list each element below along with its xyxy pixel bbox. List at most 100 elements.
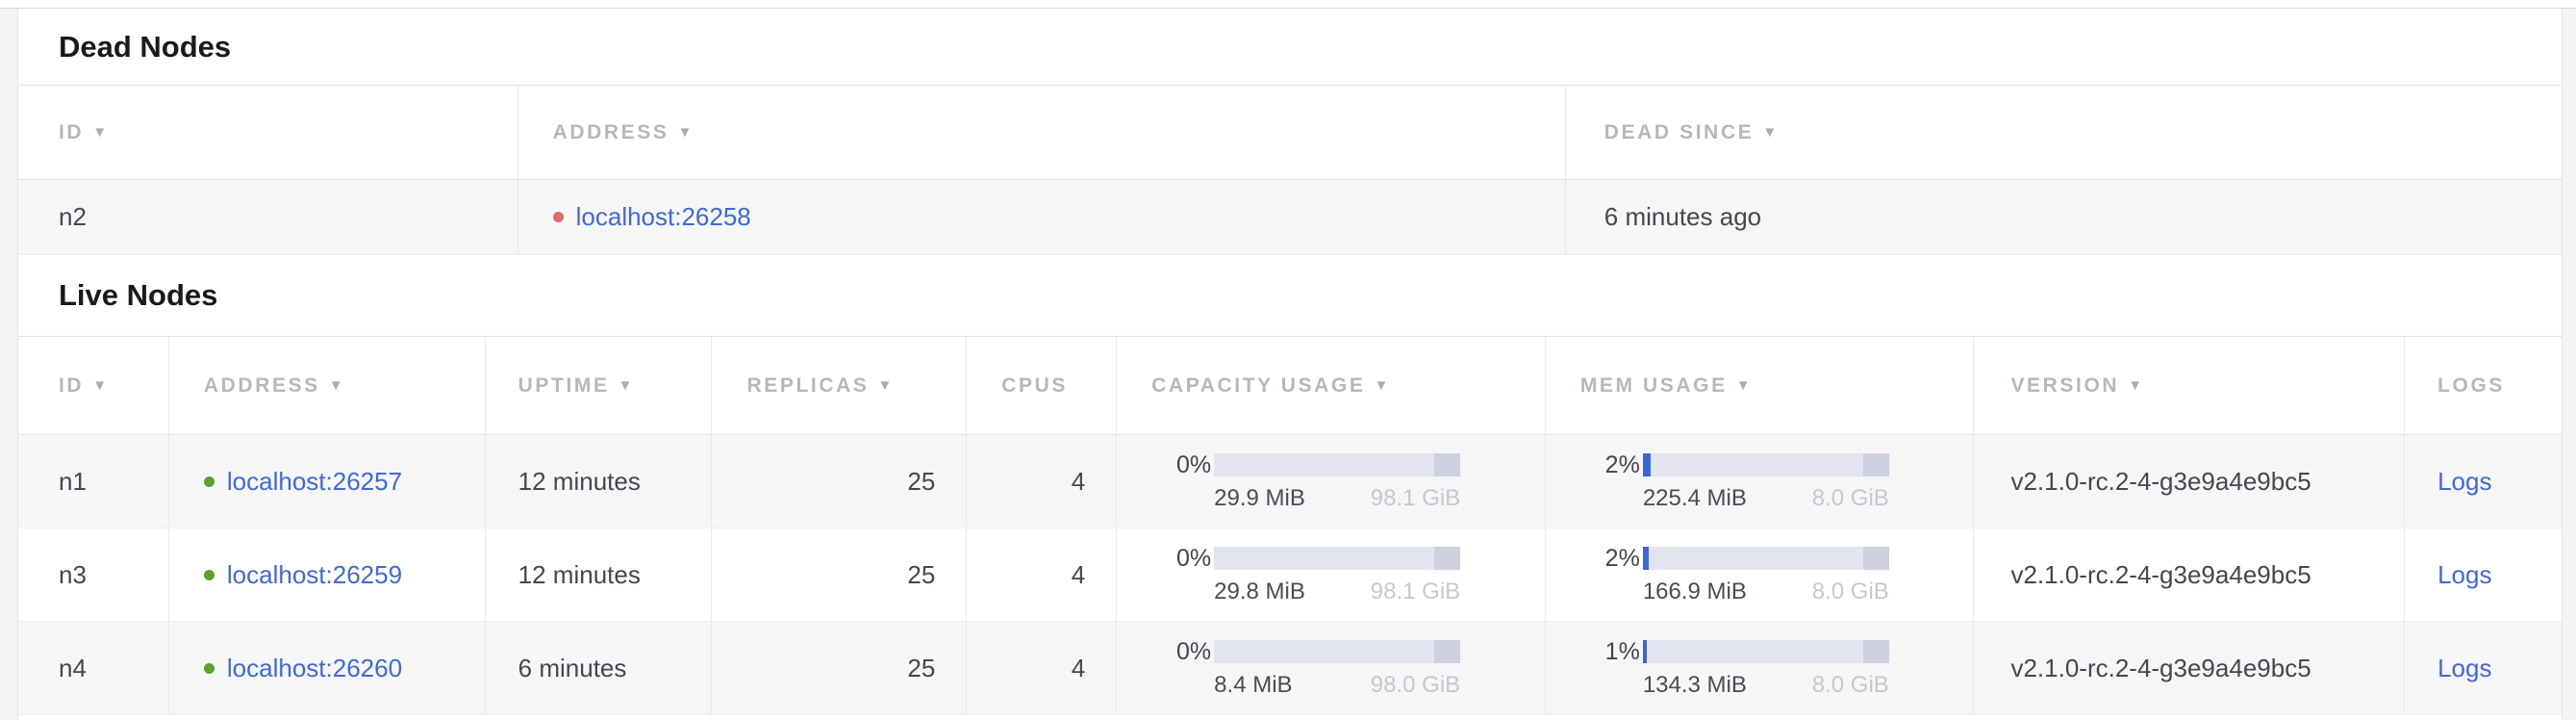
column-header-cpus: CPUS — [966, 337, 1116, 434]
address-cell: localhost:26260 — [168, 622, 485, 714]
replicas-cell: 25 — [711, 528, 966, 621]
column-header-id[interactable]: ID ▼ — [18, 86, 518, 179]
sort-arrow-icon: ▼ — [1736, 377, 1751, 394]
capacity-total-value: 98.1 GiB — [1371, 485, 1460, 512]
mem-used-value: 134.3 MiB — [1643, 672, 1747, 699]
capacity-used-value: 29.8 MiB — [1214, 579, 1305, 605]
address-cell: localhost:26259 — [168, 528, 485, 621]
column-header-label: CPUS — [1001, 374, 1068, 398]
column-header-label: ID — [59, 374, 84, 398]
mem-total-value: 8.0 GiB — [1812, 485, 1889, 512]
column-header-label: DEAD SINCE — [1604, 121, 1755, 144]
column-header-label: MEM USAGE — [1580, 374, 1728, 398]
mem-used-value: 225.4 MiB — [1643, 485, 1747, 512]
column-header-uptime[interactable]: UPTIME ▼ — [485, 337, 712, 434]
mem-percent: 2% — [1580, 545, 1640, 573]
capacity-percent: 0% — [1151, 545, 1211, 573]
sort-arrow-icon: ▼ — [877, 377, 892, 394]
sort-arrow-icon: ▼ — [92, 377, 107, 394]
mem-usage-cell: 2% 166.9 MiB 8.0 GiB — [1545, 528, 1974, 621]
mem-bar-chart: 1% 134.3 MiB 8.0 GiB — [1580, 638, 1889, 699]
capacity-bar-chart: 0% 29.8 MiB 98.1 GiB — [1151, 545, 1460, 605]
column-header-label: ADDRESS — [553, 121, 669, 144]
address-link[interactable]: localhost:26257 — [227, 467, 402, 497]
address-cell: localhost:26257 — [168, 435, 485, 527]
mem-usage-cell: 1% 134.3 MiB 8.0 GiB — [1545, 622, 1974, 714]
node-id-cell: n2 — [18, 180, 518, 254]
cpus-cell: 4 — [966, 435, 1116, 527]
address-link[interactable]: localhost:26259 — [227, 560, 402, 590]
column-header-dead-since[interactable]: DEAD SINCE ▼ — [1565, 86, 2562, 179]
mem-bar-end-segment — [1863, 453, 1889, 476]
capacity-percent: 0% — [1151, 638, 1211, 666]
cpus-cell: 4 — [966, 622, 1116, 714]
column-header-replicas[interactable]: REPLICAS ▼ — [711, 337, 966, 434]
capacity-bar — [1214, 453, 1460, 476]
dead-nodes-section: Dead Nodes ID ▼ ADDRESS ▼ DEAD SINCE ▼ n… — [18, 9, 2562, 255]
uptime-cell: 6 minutes — [485, 622, 712, 714]
cpus-cell: 4 — [966, 528, 1116, 621]
replicas-cell: 25 — [711, 622, 966, 714]
column-header-capacity-usage[interactable]: CAPACITY USAGE ▼ — [1116, 337, 1545, 434]
capacity-bar — [1214, 547, 1460, 570]
mem-bar-fill — [1643, 547, 1649, 570]
address-link[interactable]: localhost:26260 — [227, 654, 402, 683]
column-header-label: VERSION — [2010, 374, 2119, 398]
sort-arrow-icon: ▼ — [92, 124, 107, 141]
column-header-label: ADDRESS — [204, 374, 320, 398]
mem-usage-cell: 2% 225.4 MiB 8.0 GiB — [1545, 435, 1974, 527]
column-header-label: UPTIME — [518, 374, 610, 398]
dead-nodes-header-row: ID ▼ ADDRESS ▼ DEAD SINCE ▼ — [18, 86, 2562, 180]
mem-bar — [1643, 547, 1889, 570]
version-cell: v2.1.0-rc.2-4-g3e9a4e9bc5 — [1973, 528, 2404, 621]
column-header-version[interactable]: VERSION ▼ — [1973, 337, 2404, 434]
live-status-icon — [204, 476, 215, 487]
column-header-address[interactable]: ADDRESS ▼ — [518, 86, 1565, 179]
logs-cell: Logs — [2404, 622, 2562, 714]
column-header-logs: LOGS — [2404, 337, 2562, 434]
live-status-icon — [204, 663, 215, 674]
mem-bar-chart: 2% 166.9 MiB 8.0 GiB — [1580, 545, 1889, 605]
sort-arrow-icon: ▼ — [1762, 124, 1777, 141]
logs-cell: Logs — [2404, 435, 2562, 527]
capacity-usage-cell: 0% 29.9 MiB 98.1 GiB — [1116, 435, 1545, 527]
live-nodes-title: Live Nodes — [18, 255, 2562, 337]
capacity-bar-end-segment — [1434, 453, 1460, 476]
mem-bar-fill — [1643, 640, 1648, 663]
capacity-total-value: 98.0 GiB — [1371, 672, 1460, 699]
column-header-label: REPLICAS — [746, 374, 869, 398]
capacity-bar-end-segment — [1434, 547, 1460, 570]
top-divider — [0, 0, 2576, 9]
uptime-cell: 12 minutes — [485, 528, 712, 621]
mem-percent: 1% — [1580, 638, 1640, 666]
capacity-used-value: 29.9 MiB — [1214, 485, 1305, 512]
mem-bar-end-segment — [1863, 640, 1889, 663]
live-status-icon — [204, 570, 215, 580]
column-header-label: LOGS — [2437, 374, 2505, 398]
version-cell: v2.1.0-rc.2-4-g3e9a4e9bc5 — [1973, 622, 2404, 714]
column-header-address[interactable]: ADDRESS ▼ — [168, 337, 485, 434]
capacity-bar-chart: 0% 29.9 MiB 98.1 GiB — [1151, 451, 1460, 512]
mem-bar-chart: 2% 225.4 MiB 8.0 GiB — [1580, 451, 1889, 512]
column-header-mem-usage[interactable]: MEM USAGE ▼ — [1545, 337, 1974, 434]
logs-link[interactable]: Logs — [2437, 654, 2491, 683]
sort-arrow-icon: ▼ — [619, 377, 633, 394]
live-node-row: n3 localhost:26259 12 minutes 25 4 0% — [18, 528, 2562, 622]
logs-link[interactable]: Logs — [2437, 467, 2491, 497]
node-id-cell: n4 — [18, 622, 168, 714]
sort-arrow-icon: ▼ — [329, 377, 343, 394]
logs-link[interactable]: Logs — [2437, 560, 2491, 590]
version-cell: v2.1.0-rc.2-4-g3e9a4e9bc5 — [1973, 435, 2404, 527]
address-link[interactable]: localhost:26258 — [576, 202, 751, 232]
logs-cell: Logs — [2404, 528, 2562, 621]
live-nodes-header-row: ID ▼ ADDRESS ▼ UPTIME ▼ REPLICAS ▼ CPUS — [18, 337, 2562, 435]
dead-node-row: n2 localhost:26258 6 minutes ago — [18, 180, 2562, 255]
column-header-label: ID — [59, 121, 84, 144]
dead-since-cell: 6 minutes ago — [1565, 180, 2562, 254]
column-header-id[interactable]: ID ▼ — [18, 337, 168, 434]
node-id-cell: n3 — [18, 528, 168, 621]
mem-bar — [1643, 453, 1889, 476]
mem-bar-fill — [1643, 453, 1651, 476]
sort-arrow-icon: ▼ — [1375, 377, 1389, 394]
dead-status-icon — [553, 212, 564, 222]
